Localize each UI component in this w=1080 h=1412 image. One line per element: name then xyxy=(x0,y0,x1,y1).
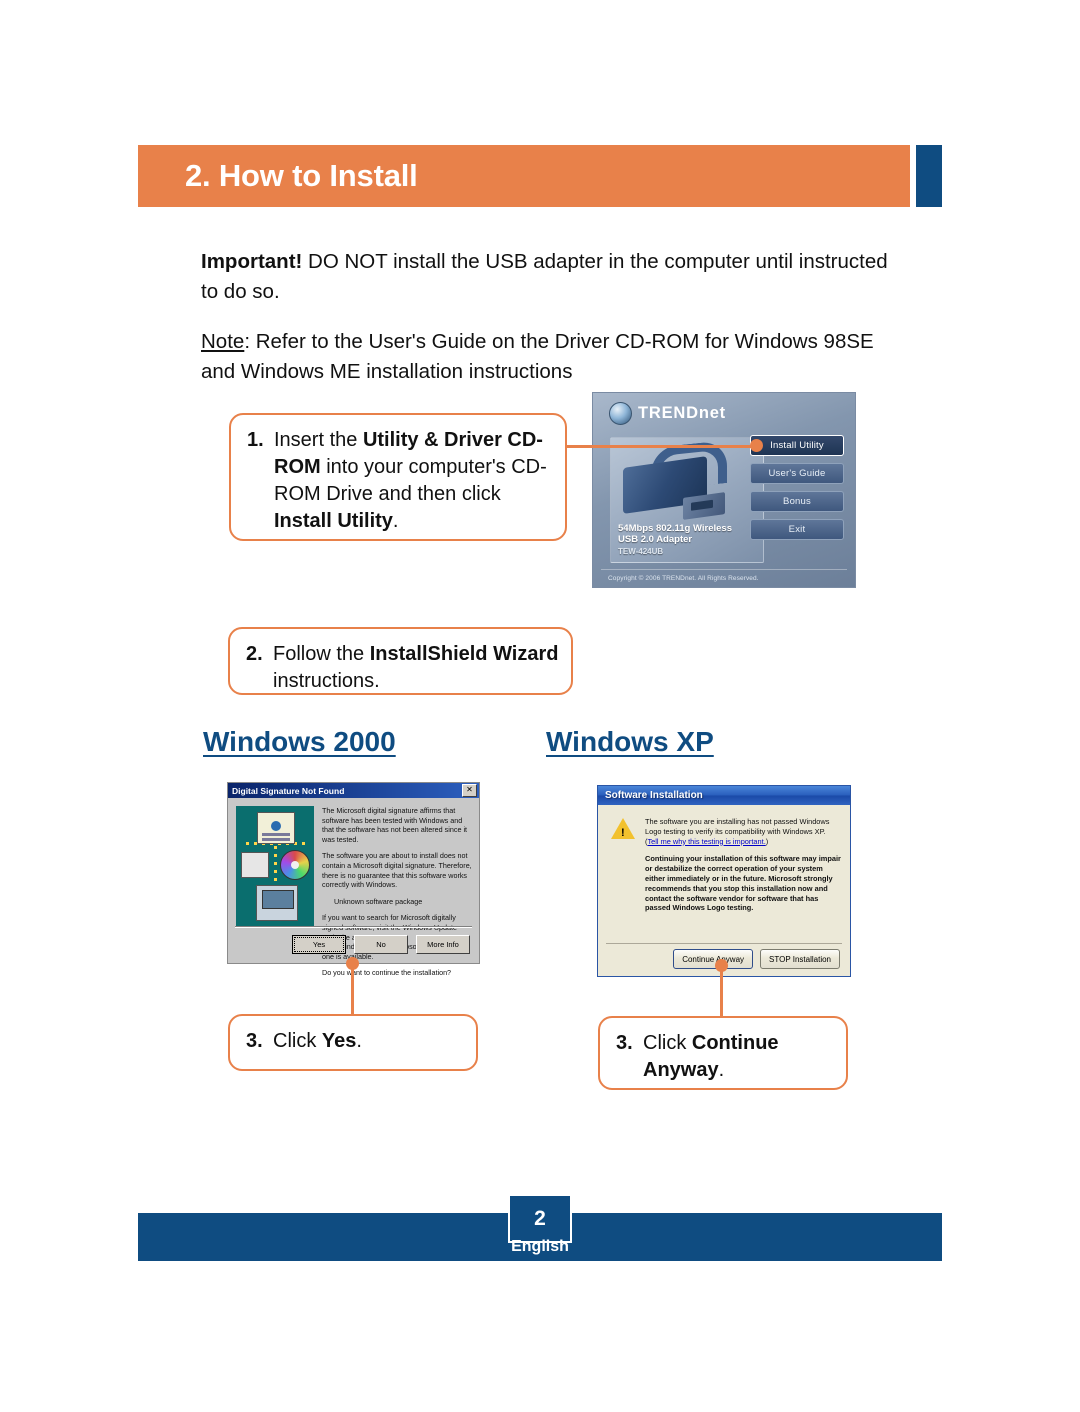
connector-dot-step3-win2000 xyxy=(346,957,359,970)
w2k-illustration xyxy=(236,806,314,926)
callout-3a-number: 3. xyxy=(246,1030,263,1052)
computer-icon xyxy=(256,885,298,921)
callout-step-1: 1. Insert the Utility & Driver CD-ROM in… xyxy=(229,413,567,541)
autorun-divider xyxy=(601,569,847,570)
page-number-box: 2 xyxy=(508,1194,572,1243)
xp-tell-me-why-link[interactable]: Tell me why this testing is important. xyxy=(647,837,765,846)
section-header-bar: 2. How to Install xyxy=(138,145,910,207)
xp-title-text: Software Installation xyxy=(605,790,703,801)
w2k-body-text: The Microsoft digital signature affirms … xyxy=(322,806,472,985)
callout-2-emph-wizard: InstallShield Wizard xyxy=(369,643,559,665)
screenshot-digital-signature-dialog: Digital Signature Not Found ✕ The Micros… xyxy=(227,782,480,977)
autorun-button-exit[interactable]: Exit xyxy=(750,519,844,540)
autorun-button-bonus[interactable]: Bonus xyxy=(750,491,844,512)
xp-title-bar: Software Installation xyxy=(598,786,850,805)
w2k-more-info-button[interactable]: More Info xyxy=(416,935,470,954)
note-paragraph: Note: Refer to the User's Guide on the D… xyxy=(201,327,891,387)
w2k-yes-button[interactable]: Yes xyxy=(292,935,346,954)
w2k-paragraph-1: The Microsoft digital signature affirms … xyxy=(322,806,468,844)
product-photo: 54Mbps 802.11g Wireless USB 2.0 Adapter … xyxy=(610,437,764,563)
connector-line-step3-winxp xyxy=(720,965,723,1018)
callout-2-number: 2. xyxy=(246,643,263,665)
close-icon[interactable]: ✕ xyxy=(462,784,477,797)
cd-disc-icon xyxy=(280,850,310,880)
callout-3b-number: 3. xyxy=(616,1032,633,1054)
globe-icon xyxy=(609,402,632,425)
w2k-paragraph-5: Do you want to continue the installation… xyxy=(322,968,452,978)
important-text: DO NOT install the USB adapter in the co… xyxy=(201,250,888,303)
connector-line-step1 xyxy=(566,445,757,448)
autorun-button-users-guide[interactable]: User's Guide xyxy=(750,463,844,484)
xp-button-row: Continue Anyway STOP Installation xyxy=(673,949,840,969)
w2k-separator xyxy=(235,926,472,928)
xp-continue-anyway-button[interactable]: Continue Anyway xyxy=(673,949,754,969)
callout-3b-text: Click Continue Anyway. xyxy=(643,1032,779,1081)
callout-1-text: Insert the Utility & Driver CD-ROM into … xyxy=(274,429,547,532)
autorun-button-install-utility[interactable]: Install Utility xyxy=(750,435,844,456)
document-icon xyxy=(257,812,295,844)
page-title: 2. How to Install xyxy=(185,158,418,193)
callout-1-emph-install: Install Utility xyxy=(274,510,393,532)
xp-body-text: The software you are installing has not … xyxy=(645,817,841,921)
trendnet-logo: TRENDnet xyxy=(609,402,726,425)
xp-paragraph-1: The software you are installing has not … xyxy=(645,817,830,846)
w2k-title-bar: Digital Signature Not Found ✕ xyxy=(228,783,479,798)
os-heading-windows-xp: Windows XP xyxy=(546,726,714,757)
connector-dot-step3-winxp xyxy=(715,959,728,972)
note-label: Note xyxy=(201,330,245,353)
floppy-disk-icon xyxy=(241,852,269,878)
product-model: TEW-424UB xyxy=(618,546,664,556)
footer-language-label: English xyxy=(511,1238,569,1255)
connector-dot-step1 xyxy=(750,439,763,452)
autorun-copyright: Copyright © 2006 TRENDnet. All Rights Re… xyxy=(608,575,759,582)
xp-stop-installation-button[interactable]: STOP Installation xyxy=(760,949,840,969)
usb-plug-shape xyxy=(683,492,725,520)
w2k-button-row: Yes No More Info xyxy=(292,935,470,954)
callout-3a-emph-yes: Yes xyxy=(321,1030,357,1052)
callout-1-number: 1. xyxy=(247,429,264,451)
warning-exclamation-icon: ! xyxy=(621,827,625,839)
xp-paragraph-2: Continuing your installation of this sof… xyxy=(645,854,841,913)
screenshot-software-installation-dialog: Software Installation ! The software you… xyxy=(597,785,851,977)
important-label: Important! xyxy=(201,250,303,273)
connector-line-step3-win2000 xyxy=(351,963,354,1016)
w2k-paragraph-2: The software you are about to install do… xyxy=(322,851,472,890)
w2k-no-button[interactable]: No xyxy=(354,935,408,954)
screenshot-autorun-window: TRENDnet 54Mbps 802.11g Wireless USB 2.0… xyxy=(592,392,856,588)
header-accent-block xyxy=(916,145,942,207)
os-heading-windows-2000: Windows 2000 xyxy=(203,726,396,757)
note-text: : Refer to the User's Guide on the Drive… xyxy=(201,330,874,383)
product-caption: 54Mbps 802.11g Wireless USB 2.0 Adapter … xyxy=(618,523,732,558)
xp-separator xyxy=(606,943,842,944)
callout-2-text: Follow the InstallShield Wizard instruct… xyxy=(273,643,559,692)
callout-step-2: 2. Follow the InstallShield Wizard instr… xyxy=(228,627,573,695)
w2k-title-text: Digital Signature Not Found xyxy=(232,785,345,796)
trendnet-brand-text: TRENDnet xyxy=(638,404,726,422)
w2k-paragraph-3: Unknown software package xyxy=(334,896,423,906)
callout-3a-text: Click Yes. xyxy=(273,1030,362,1052)
product-caption-line2: USB 2.0 Adapter xyxy=(618,534,693,545)
product-caption-line1: 54Mbps 802.11g Wireless xyxy=(618,522,732,534)
autorun-button-list: Install Utility User's Guide Bonus Exit xyxy=(750,435,844,547)
callout-step-3-winxp: 3. Click Continue Anyway. xyxy=(598,1016,848,1090)
callout-step-3-win2000: 3. Click Yes. xyxy=(228,1014,478,1071)
important-paragraph: Important! DO NOT install the USB adapte… xyxy=(201,247,891,307)
